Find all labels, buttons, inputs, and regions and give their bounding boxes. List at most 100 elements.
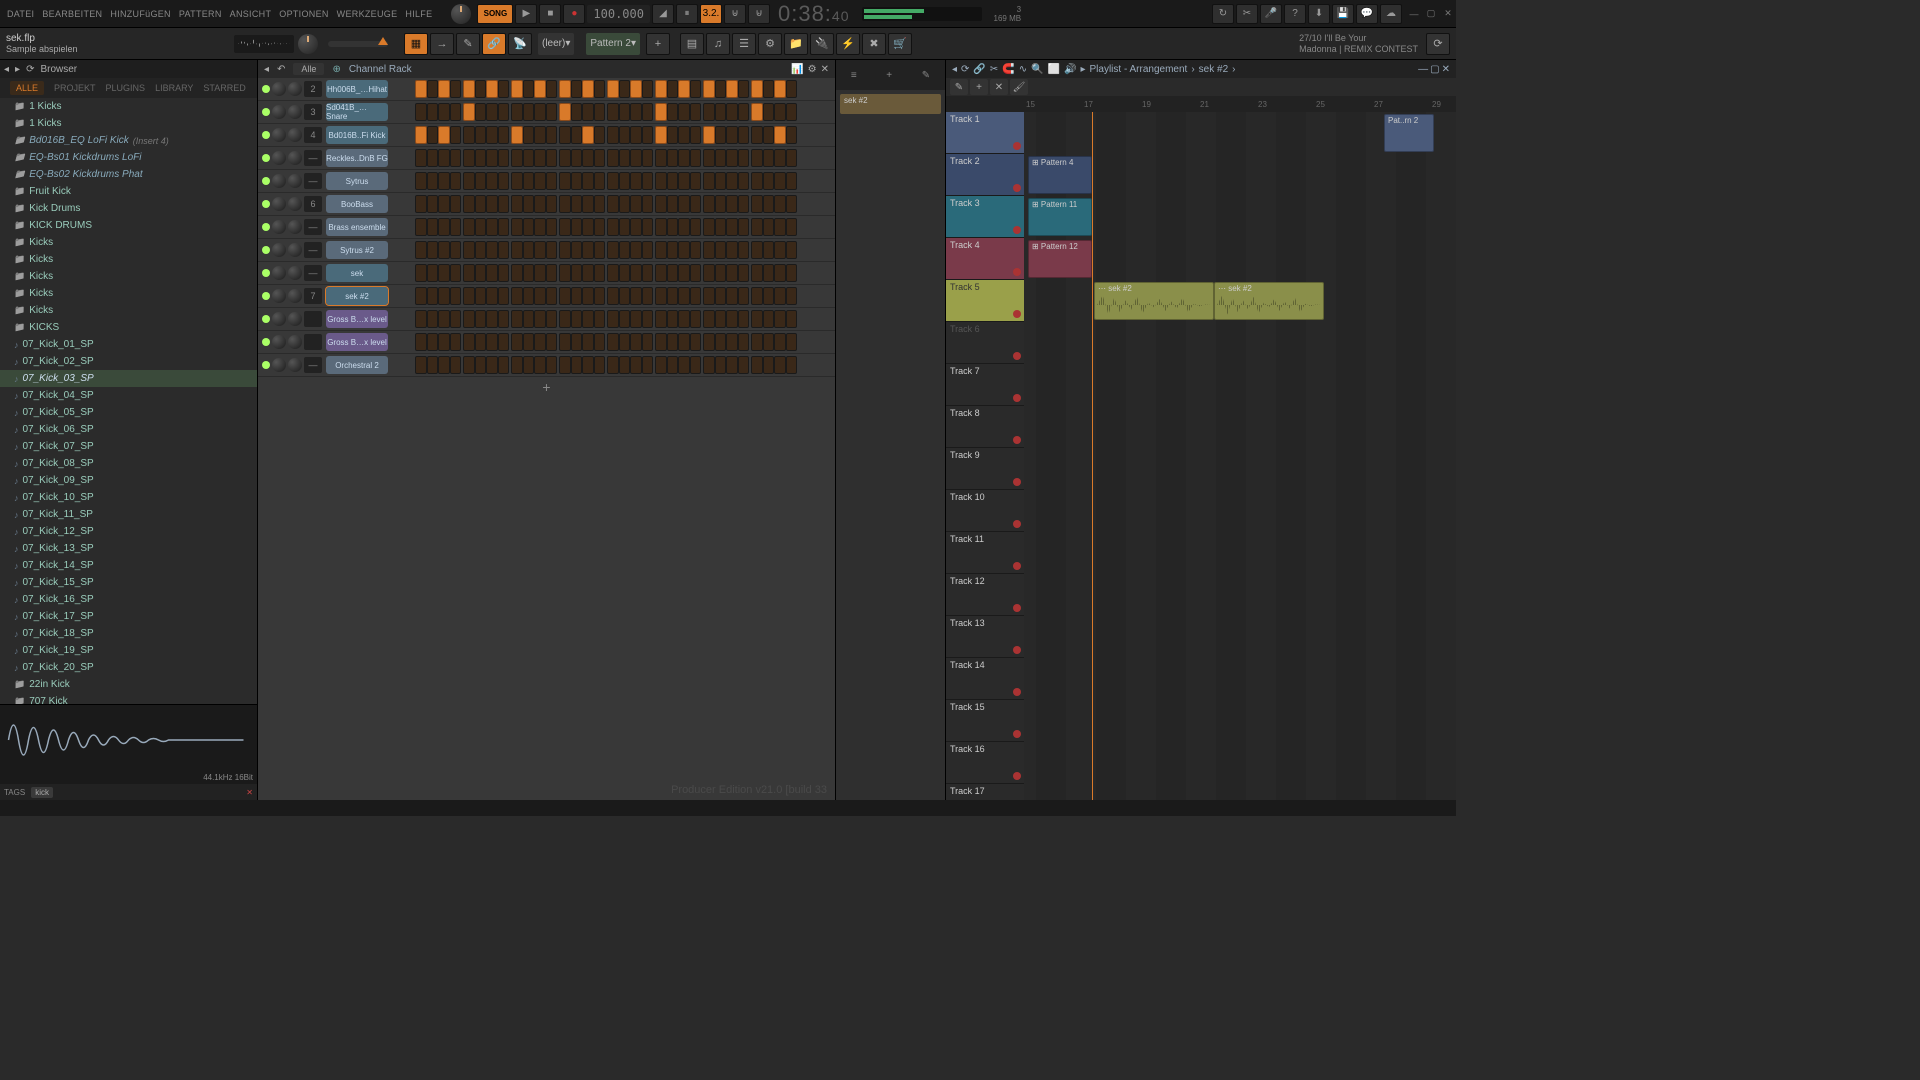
step-button[interactable]: [534, 356, 546, 374]
channel-pan-knob[interactable]: [272, 82, 286, 96]
playlist-button[interactable]: ▤: [680, 33, 704, 55]
track-arm-button[interactable]: [1013, 604, 1021, 612]
track-arm-button[interactable]: [1013, 142, 1021, 150]
step-button[interactable]: [463, 103, 475, 121]
step-button[interactable]: [559, 356, 571, 374]
step-button[interactable]: [630, 241, 642, 259]
step-button[interactable]: [703, 103, 715, 121]
step-button[interactable]: [486, 172, 498, 190]
step-button[interactable]: [534, 218, 546, 236]
step-button[interactable]: [571, 287, 583, 305]
step-button[interactable]: [690, 149, 702, 167]
step-button[interactable]: [630, 149, 642, 167]
step-button[interactable]: [726, 172, 738, 190]
step-button[interactable]: [667, 241, 679, 259]
step-button[interactable]: [786, 333, 798, 351]
step-button[interactable]: [619, 103, 631, 121]
step-button[interactable]: [523, 287, 535, 305]
step-button[interactable]: [559, 195, 571, 213]
step-button[interactable]: [715, 356, 727, 374]
track-header[interactable]: Track 2: [946, 154, 1024, 196]
step-button[interactable]: [582, 195, 594, 213]
step-button[interactable]: [438, 333, 450, 351]
tree-item[interactable]: Kick Drums: [0, 200, 257, 217]
track-arm-button[interactable]: [1013, 730, 1021, 738]
step-button[interactable]: [786, 195, 798, 213]
step-button[interactable]: [582, 356, 594, 374]
step-button[interactable]: [642, 287, 654, 305]
step-button[interactable]: [438, 264, 450, 282]
track-arm-button[interactable]: [1013, 310, 1021, 318]
step-button[interactable]: [415, 218, 427, 236]
step-button[interactable]: [559, 264, 571, 282]
step-button[interactable]: [415, 333, 427, 351]
export-icon[interactable]: 💾: [1332, 4, 1354, 24]
tree-item[interactable]: Bd016B_EQ LoFi Kick(Insert 4): [0, 132, 257, 149]
step-button[interactable]: [571, 241, 583, 259]
step-button[interactable]: [594, 356, 606, 374]
step-button[interactable]: [546, 241, 558, 259]
step-button[interactable]: [667, 287, 679, 305]
tree-item[interactable]: Kicks: [0, 268, 257, 285]
step-button[interactable]: [607, 149, 619, 167]
play-button[interactable]: ▶: [515, 4, 537, 24]
playlist-ruler[interactable]: 1517192123252729: [946, 96, 1456, 112]
step-button[interactable]: [619, 172, 631, 190]
step-button[interactable]: [438, 218, 450, 236]
channel-mute-led[interactable]: [262, 269, 270, 277]
channel-vol-knob[interactable]: [288, 82, 302, 96]
countdown-button[interactable]: 3.2.: [700, 4, 722, 24]
step-button[interactable]: [786, 149, 798, 167]
step-button[interactable]: [619, 241, 631, 259]
step-button[interactable]: [546, 126, 558, 144]
track-header[interactable]: Track 8: [946, 406, 1024, 448]
step-button[interactable]: [642, 218, 654, 236]
step-button[interactable]: [667, 333, 679, 351]
step-button[interactable]: [751, 195, 763, 213]
step-button[interactable]: [678, 218, 690, 236]
step-button[interactable]: [607, 310, 619, 328]
step-button[interactable]: [486, 195, 498, 213]
menu-item-pattern[interactable]: PATTERN: [176, 7, 225, 21]
step-button[interactable]: [774, 333, 786, 351]
picker-brush-icon[interactable]: ✎: [922, 70, 930, 81]
step-button[interactable]: [763, 172, 775, 190]
step-button[interactable]: [786, 241, 798, 259]
step-button[interactable]: [546, 195, 558, 213]
track-header[interactable]: Track 16: [946, 742, 1024, 784]
step-button[interactable]: [703, 264, 715, 282]
step-button[interactable]: [703, 80, 715, 98]
step-button[interactable]: [678, 80, 690, 98]
tree-item[interactable]: KICK DRUMS: [0, 217, 257, 234]
step-button[interactable]: [642, 195, 654, 213]
step-button[interactable]: [690, 172, 702, 190]
step-button[interactable]: [738, 241, 750, 259]
step-button[interactable]: [571, 264, 583, 282]
step-button[interactable]: [786, 287, 798, 305]
menu-item-datei[interactable]: DATEI: [4, 7, 37, 21]
step-button[interactable]: [475, 333, 487, 351]
step-button[interactable]: [763, 310, 775, 328]
step-button[interactable]: [582, 172, 594, 190]
channel-name-button[interactable]: sek: [326, 264, 388, 282]
tree-item[interactable]: 07_Kick_08_SP: [0, 455, 257, 472]
step-button[interactable]: [678, 172, 690, 190]
step-button[interactable]: [630, 310, 642, 328]
playlist-zoom-icon[interactable]: 🔍: [1031, 64, 1043, 75]
step-button[interactable]: [751, 172, 763, 190]
channel-pan-knob[interactable]: [272, 243, 286, 257]
step-button[interactable]: [559, 333, 571, 351]
tree-item[interactable]: 07_Kick_05_SP: [0, 404, 257, 421]
tree-item[interactable]: Fruit Kick: [0, 183, 257, 200]
step-button[interactable]: [582, 264, 594, 282]
step-button[interactable]: [511, 126, 523, 144]
step-button[interactable]: [559, 126, 571, 144]
step-button[interactable]: [642, 126, 654, 144]
picker-menu-icon[interactable]: ≡: [851, 70, 857, 81]
step-button[interactable]: [738, 103, 750, 121]
step-button[interactable]: [678, 103, 690, 121]
track-header[interactable]: Track 14: [946, 658, 1024, 700]
step-button[interactable]: [582, 103, 594, 121]
rack-undo-icon[interactable]: ↶: [277, 64, 285, 75]
step-button[interactable]: [486, 149, 498, 167]
